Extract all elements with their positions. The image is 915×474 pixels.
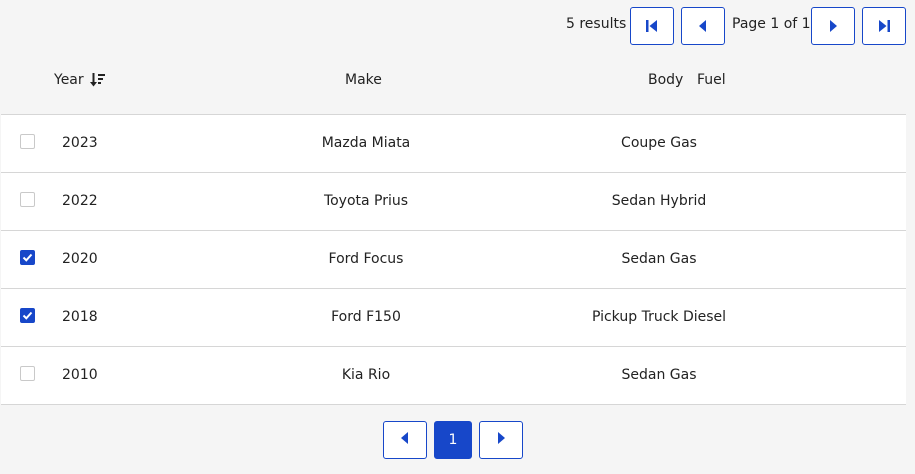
cell-make: Toyota Prius bbox=[323, 193, 409, 209]
next-page-icon bbox=[828, 19, 838, 33]
bottom-previous-page-button[interactable] bbox=[383, 421, 427, 459]
last-page-icon bbox=[878, 19, 890, 33]
table-row[interactable]: 2018 Ford F150 Pickup Truck Diesel bbox=[1, 289, 906, 347]
cell-body-fuel: Sedan Gas bbox=[621, 251, 697, 267]
checkmark-icon bbox=[22, 253, 33, 262]
cell-year: 2022 bbox=[62, 193, 98, 209]
next-page-icon bbox=[496, 431, 506, 449]
row-checkbox[interactable] bbox=[20, 192, 35, 207]
table-header: Year Make Body Fuel bbox=[0, 52, 915, 114]
checkmark-icon bbox=[22, 311, 33, 320]
table-row[interactable]: 2010 Kia Rio Sedan Gas bbox=[1, 347, 906, 405]
cell-body-fuel: Sedan Hybrid bbox=[611, 193, 707, 209]
vehicle-table: 2023 Mazda Miata Coupe Gas 2022 Toyota P… bbox=[1, 114, 906, 405]
column-header-body[interactable]: Body bbox=[648, 72, 683, 88]
previous-page-icon bbox=[698, 19, 708, 33]
results-count: 5 results bbox=[566, 16, 627, 32]
cell-body-fuel: Sedan Gas bbox=[621, 367, 697, 383]
column-header-year[interactable]: Year bbox=[54, 72, 84, 88]
page-number-button[interactable]: 1 bbox=[434, 421, 472, 459]
cell-body-fuel: Pickup Truck Diesel bbox=[591, 309, 727, 325]
first-page-button[interactable] bbox=[630, 7, 674, 45]
cell-make: Kia Rio bbox=[341, 367, 391, 383]
cell-year: 2010 bbox=[62, 367, 98, 383]
next-page-button[interactable] bbox=[811, 7, 855, 45]
cell-year: 2020 bbox=[62, 251, 98, 267]
table-row[interactable]: 2022 Toyota Prius Sedan Hybrid bbox=[1, 173, 906, 231]
page-indicator: Page 1 of 1 bbox=[732, 16, 811, 32]
cell-make: Ford Focus bbox=[328, 251, 404, 267]
last-page-button[interactable] bbox=[862, 7, 906, 45]
column-header-make[interactable]: Make bbox=[345, 72, 382, 88]
row-checkbox[interactable] bbox=[20, 366, 35, 381]
table-row[interactable]: 2023 Mazda Miata Coupe Gas bbox=[1, 115, 906, 173]
previous-page-button[interactable] bbox=[681, 7, 725, 45]
table-row[interactable]: 2020 Ford Focus Sedan Gas bbox=[1, 231, 906, 289]
cell-year: 2018 bbox=[62, 309, 98, 325]
cell-make: Mazda Miata bbox=[321, 135, 411, 151]
first-page-icon bbox=[646, 19, 658, 33]
top-pagination-bar: 5 results Page 1 of 1 bbox=[0, 0, 915, 52]
row-checkbox-checked[interactable] bbox=[20, 308, 35, 323]
row-checkbox-checked[interactable] bbox=[20, 250, 35, 265]
cell-make: Ford F150 bbox=[331, 309, 401, 325]
column-header-fuel[interactable]: Fuel bbox=[697, 72, 726, 88]
row-checkbox[interactable] bbox=[20, 134, 35, 149]
bottom-next-page-button[interactable] bbox=[479, 421, 523, 459]
sort-descending-icon[interactable] bbox=[90, 73, 106, 91]
cell-year: 2023 bbox=[62, 135, 98, 151]
previous-page-icon bbox=[400, 431, 410, 449]
cell-body-fuel: Coupe Gas bbox=[621, 135, 697, 151]
